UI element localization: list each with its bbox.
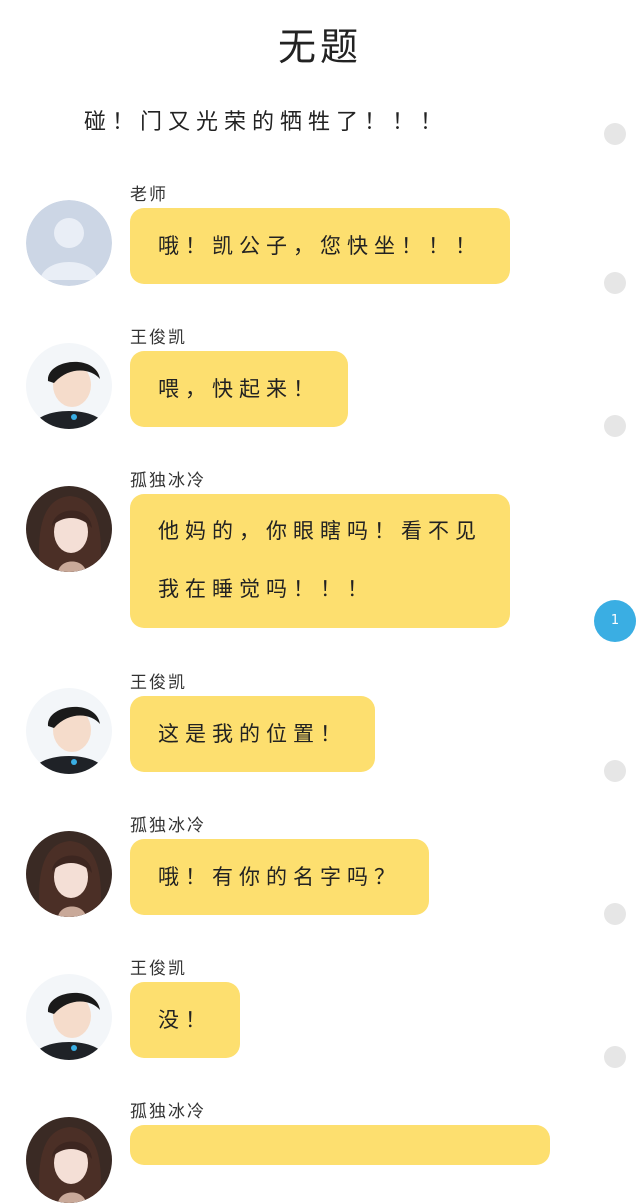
comment-dot[interactable] (604, 903, 626, 925)
avatar-wangjunkai[interactable] (26, 343, 112, 429)
comment-dot[interactable] (604, 415, 626, 437)
default-person-icon (26, 200, 112, 286)
sender-name: 王俊凯 (130, 328, 187, 348)
avatar-teacher[interactable] (26, 200, 112, 286)
message-bubble[interactable]: 哦！凯公子，您快坐！！！ (130, 208, 510, 284)
message-bubble[interactable]: 这是我的位置！ (130, 696, 375, 772)
message-bubble[interactable]: 喂，快起来！ (130, 351, 348, 427)
boy-avatar-icon (26, 343, 112, 429)
sender-name: 孤独冰冷 (130, 1102, 206, 1122)
message-bubble[interactable]: 没！ (130, 982, 240, 1058)
avatar-gudubingleng[interactable] (26, 486, 112, 572)
girl-avatar-icon (26, 831, 112, 917)
message-line: 他妈的，你眼瞎吗！看不见 (158, 519, 482, 543)
page-title: 无题 (277, 25, 362, 69)
avatar-wangjunkai[interactable] (26, 688, 112, 774)
sender-name: 王俊凯 (130, 959, 187, 979)
sender-name: 老师 (130, 185, 168, 205)
sender-name: 孤独冰冷 (130, 471, 206, 491)
comment-dot[interactable] (604, 760, 626, 782)
avatar-gudubingleng[interactable] (26, 831, 112, 917)
message-bubble[interactable] (130, 1125, 550, 1165)
sender-name: 孤独冰冷 (130, 816, 206, 836)
avatar-gudubingleng[interactable] (26, 1117, 112, 1203)
narration-text: 碰！门又光荣的牺牲了！！！ (84, 110, 449, 135)
boy-avatar-icon (26, 974, 112, 1060)
message-line: 我在睡觉吗！！！ (158, 577, 374, 601)
message-bubble[interactable]: 他妈的，你眼瞎吗！看不见 我在睡觉吗！！！ (130, 494, 510, 628)
message-bubble[interactable]: 哦！有你的名字吗？ (130, 839, 429, 915)
comment-dot[interactable] (604, 123, 626, 145)
girl-avatar-icon (26, 1117, 112, 1203)
girl-avatar-icon (26, 486, 112, 572)
sender-name: 王俊凯 (130, 673, 187, 693)
comment-dot[interactable] (604, 1046, 626, 1068)
boy-avatar-icon (26, 688, 112, 774)
comment-dot[interactable] (604, 272, 626, 294)
comment-count-badge[interactable]: 1 (594, 600, 636, 642)
avatar-wangjunkai[interactable] (26, 974, 112, 1060)
